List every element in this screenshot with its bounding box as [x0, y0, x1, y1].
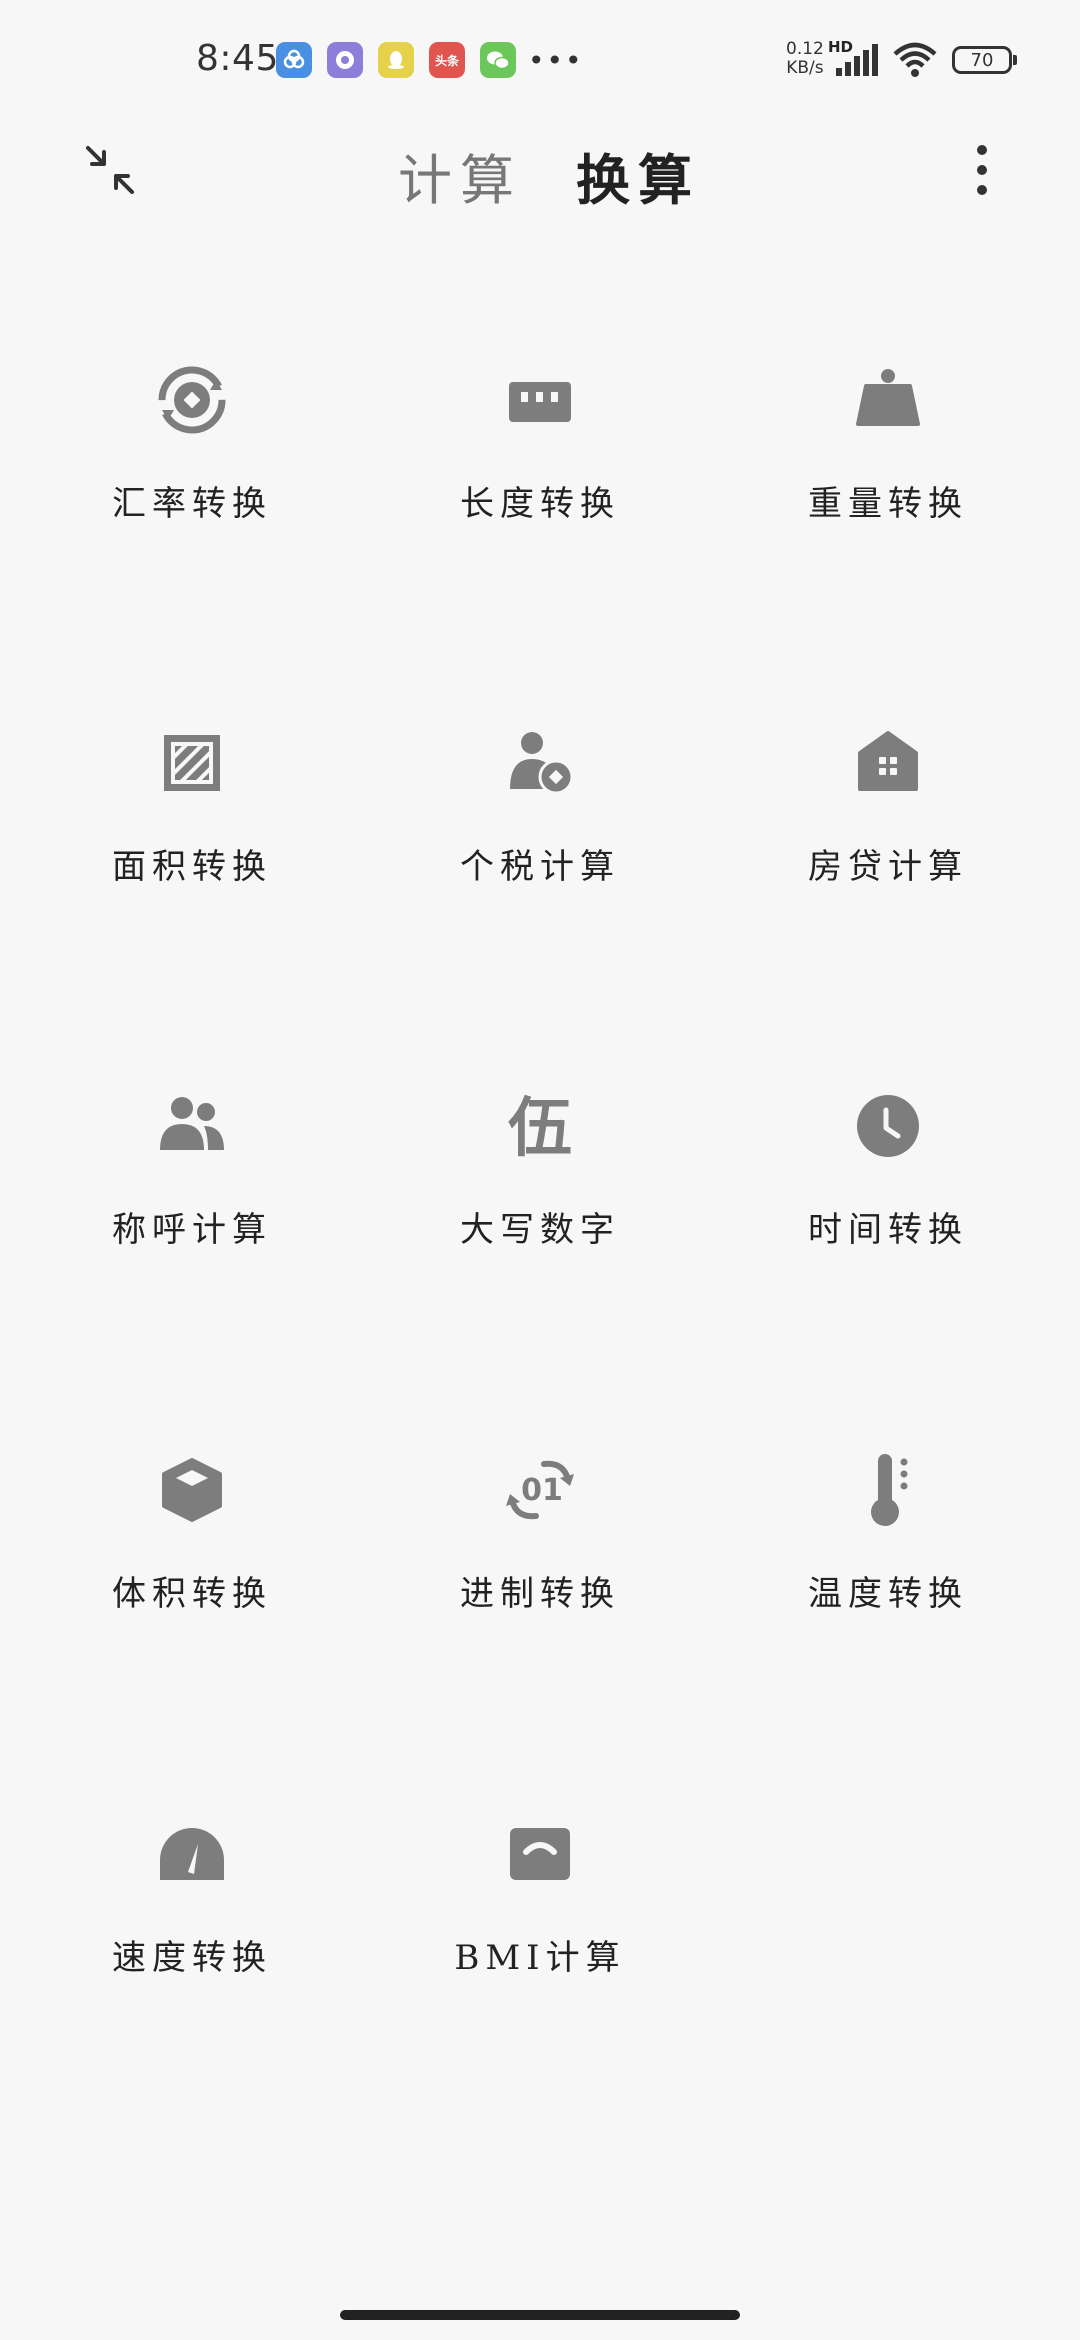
collapse-arrows-icon — [86, 146, 134, 194]
number-base-icon: 01 — [506, 1460, 574, 1520]
number-base-glyph: 01 — [521, 1473, 563, 1508]
more-notifications-icon: ••• — [528, 44, 584, 77]
tool-label: 房贷计算 — [808, 847, 968, 887]
tool-volume-conversion[interactable]: 体积转换 — [12, 1450, 372, 1700]
tool-label: 温度转换 — [808, 1574, 968, 1614]
notification-icons: 头条 — [276, 42, 516, 78]
collapse-button[interactable] — [78, 138, 142, 202]
status-time: 8:45 — [196, 38, 279, 79]
tool-weight-conversion[interactable]: 重量转换 — [708, 360, 1068, 610]
capital-number-glyph: 伍 — [508, 1092, 572, 1166]
tool-label: 速度转换 — [112, 1938, 272, 1978]
app-header: 计算 换算 — [0, 120, 1080, 220]
currency-exchange-icon — [158, 366, 226, 434]
wifi-icon — [893, 42, 937, 77]
capital-number-icon: 伍 — [508, 1092, 572, 1166]
battery-indicator: 70 — [952, 46, 1017, 74]
toutiao-label: 头条 — [434, 53, 459, 68]
tool-label: 长度转换 — [460, 484, 620, 524]
tool-label: 进制转换 — [460, 1574, 620, 1614]
area-icon — [164, 735, 220, 791]
battery-level: 70 — [970, 49, 994, 71]
tool-label: 个税计算 — [460, 847, 620, 887]
tool-relatives[interactable]: 称呼计算 — [12, 1086, 372, 1336]
tool-speed-conversion[interactable]: 速度转换 — [12, 1814, 372, 2064]
clock-icon — [857, 1095, 919, 1157]
net-speed-value: 0.12 — [786, 39, 824, 59]
tab-calculate[interactable]: 计算 — [398, 136, 522, 215]
tool-capital-number[interactable]: 伍 大写数字 — [360, 1086, 720, 1336]
speedometer-icon — [160, 1828, 224, 1880]
toutiao-icon: 头条 — [429, 42, 465, 78]
tool-label: 面积转换 — [112, 847, 272, 887]
more-vertical-icon — [977, 145, 987, 195]
tool-label: BMI计算 — [454, 1938, 626, 1978]
browser-icon — [327, 42, 363, 78]
tool-temperature-conversion[interactable]: 温度转换 — [708, 1450, 1068, 1700]
tool-currency-exchange[interactable]: 汇率转换 — [12, 360, 372, 610]
wechat-icon — [480, 42, 516, 78]
house-loan-icon — [858, 731, 918, 791]
tab-convert[interactable]: 换算 — [576, 136, 700, 215]
personal-tax-icon — [510, 732, 574, 795]
weight-icon — [856, 369, 920, 426]
tool-label: 体积转换 — [112, 1574, 272, 1614]
ruler-icon — [509, 382, 571, 422]
tool-label: 大写数字 — [460, 1210, 620, 1250]
tool-area-conversion[interactable]: 面积转换 — [12, 723, 372, 973]
net-speed-unit: KB/s — [786, 58, 824, 78]
cellular-signal-icon — [836, 44, 878, 76]
bmi-scale-icon — [510, 1828, 570, 1880]
status-bar: 8:45 头条 ••• 0.12 KB/s HD 70 — [0, 0, 1080, 110]
tool-label: 称呼计算 — [112, 1210, 272, 1250]
tool-time-conversion[interactable]: 时间转换 — [708, 1086, 1068, 1336]
baidu-netdisk-icon — [276, 42, 312, 78]
tool-length-conversion[interactable]: 长度转换 — [360, 360, 720, 610]
tool-bmi[interactable]: BMI计算 — [360, 1814, 720, 2064]
qq-icon — [378, 42, 414, 78]
thermometer-icon — [871, 1454, 908, 1526]
tool-label: 重量转换 — [808, 484, 968, 524]
tool-number-base[interactable]: 01 进制转换 — [360, 1450, 720, 1700]
cube-icon — [162, 1458, 222, 1522]
relatives-icon — [160, 1097, 224, 1150]
network-speed: 0.12 KB/s — [786, 40, 824, 78]
tool-personal-tax[interactable]: 个税计算 — [360, 723, 720, 973]
tool-label: 汇率转换 — [112, 484, 272, 524]
tool-label: 时间转换 — [808, 1210, 968, 1250]
more-menu-button[interactable] — [960, 138, 1004, 202]
tool-house-loan[interactable]: 房贷计算 — [708, 723, 1068, 973]
home-indicator[interactable] — [340, 2310, 740, 2320]
